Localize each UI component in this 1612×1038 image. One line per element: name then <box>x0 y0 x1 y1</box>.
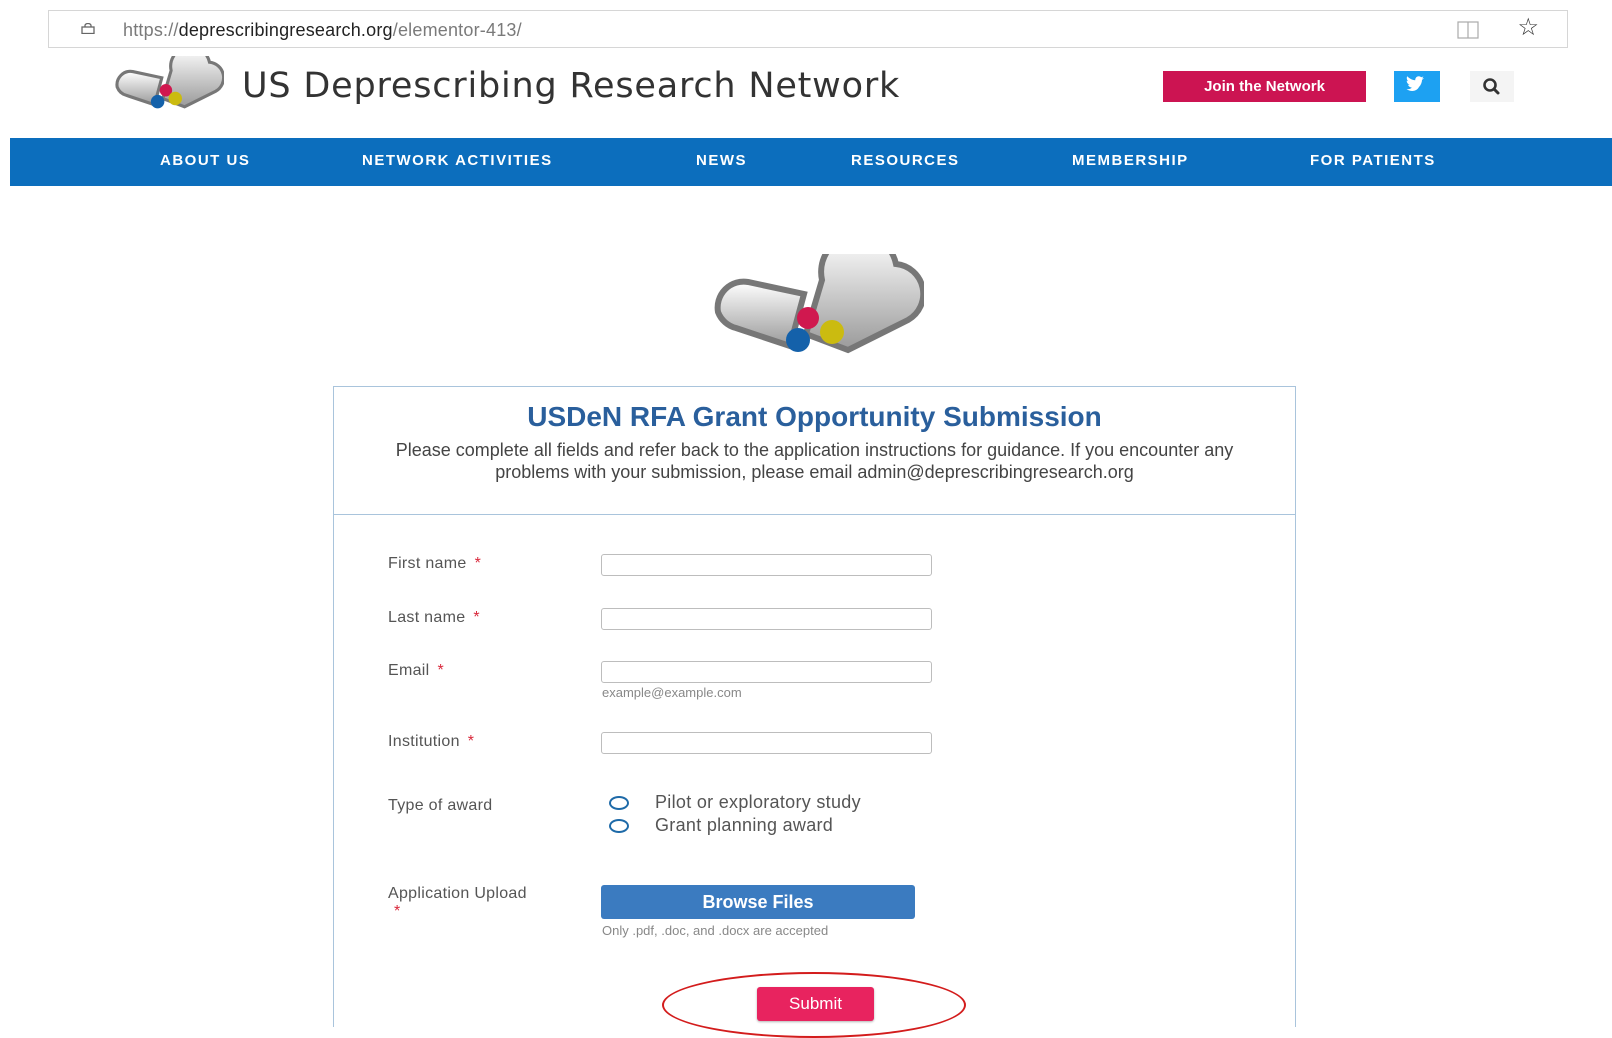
lock-icon <box>81 23 95 34</box>
reader-view-icon[interactable] <box>1457 21 1479 39</box>
upload-hint: Only .pdf, .doc, and .docx are accepted <box>602 923 829 938</box>
nav-item-for-patients[interactable]: FOR PATIENTS <box>1310 152 1436 169</box>
first-name-field[interactable] <box>601 554 932 576</box>
award-option-label: Grant planning award <box>655 815 834 835</box>
institution-field[interactable] <box>601 732 932 754</box>
form-header: USDeN RFA Grant Opportunity Submission P… <box>334 387 1295 515</box>
browse-files-button[interactable]: Browse Files <box>601 885 915 919</box>
join-network-button[interactable]: Join the Network <box>1163 71 1366 102</box>
bookmark-star-icon[interactable]: ☆ <box>1517 16 1539 40</box>
last-name-field[interactable] <box>601 608 932 630</box>
nav-item-news[interactable]: NEWS <box>696 152 747 169</box>
nav-item-resources[interactable]: RESOURCES <box>851 152 960 169</box>
institution-label: Institution * <box>388 733 475 750</box>
submission-form: USDeN RFA Grant Opportunity Submission P… <box>333 386 1296 1027</box>
email-field[interactable] <box>601 661 932 683</box>
twitter-icon <box>1406 76 1424 91</box>
network-logo <box>714 254 924 354</box>
search-button[interactable] <box>1470 71 1514 102</box>
last-name-label: Last name * <box>388 609 480 626</box>
twitter-button[interactable] <box>1394 71 1440 102</box>
form-title: USDeN RFA Grant Opportunity Submission <box>527 401 1102 432</box>
first-name-label: First name * <box>388 555 482 572</box>
main-nav: ABOUT US NETWORK ACTIVITIES NEWS RESOURC… <box>10 138 1612 186</box>
email-label: Email * <box>388 662 445 679</box>
nav-item-membership[interactable]: MEMBERSHIP <box>1072 152 1189 169</box>
highlight-ellipse <box>662 972 966 1038</box>
address-bar[interactable]: https://deprescribingresearch.org/elemen… <box>48 10 1568 48</box>
email-hint: example@example.com <box>602 685 742 700</box>
upload-label: Application Upload * <box>388 885 527 920</box>
nav-item-about-us[interactable]: ABOUT US <box>160 152 250 169</box>
search-icon <box>1483 78 1500 95</box>
form-description: Please complete all fields and refer bac… <box>395 440 1234 482</box>
site-title[interactable]: US Deprescribing Research Network <box>242 66 900 106</box>
url-text: https://deprescribingresearch.org/elemen… <box>123 20 522 40</box>
award-option-label: Pilot or exploratory study <box>655 792 861 812</box>
radio-button[interactable] <box>609 796 629 810</box>
site-logo[interactable] <box>112 56 224 112</box>
radio-button[interactable] <box>609 819 629 833</box>
nav-item-network-activities[interactable]: NETWORK ACTIVITIES <box>362 152 553 169</box>
award-type-label: Type of award <box>388 797 493 814</box>
